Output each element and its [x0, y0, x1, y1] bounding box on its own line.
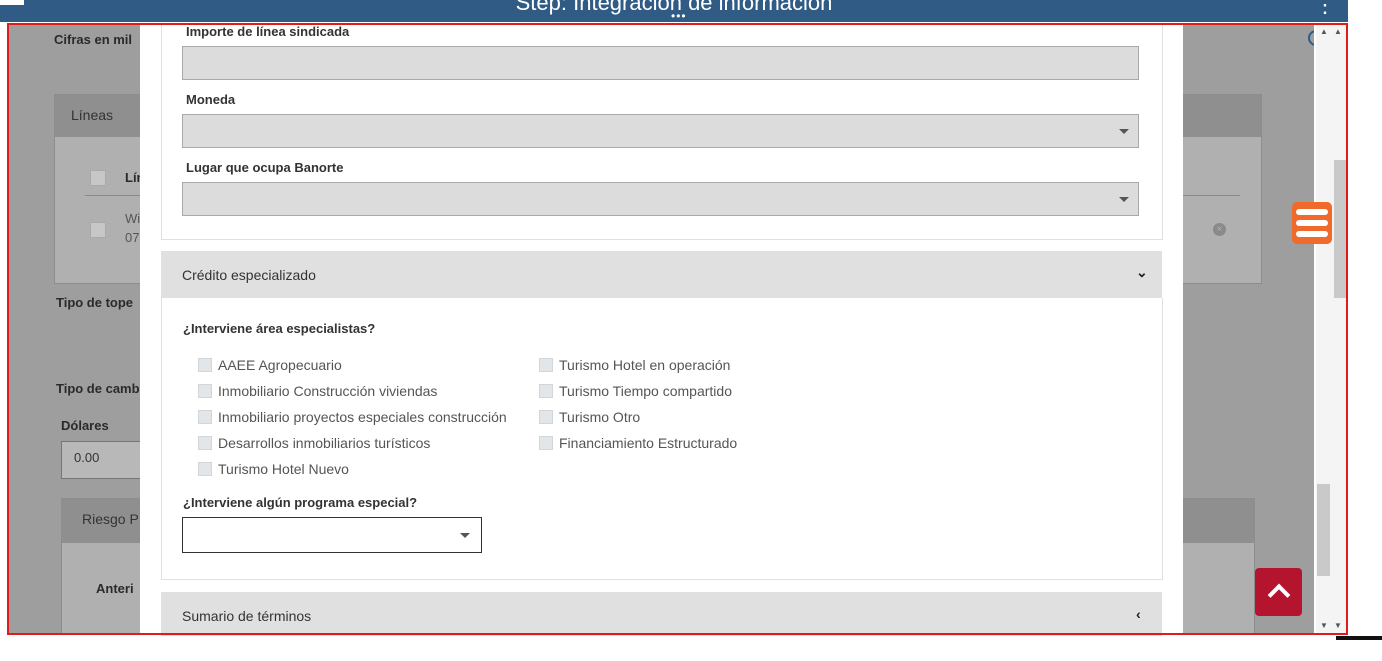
- checkbox-label: Turismo Hotel Nuevo: [218, 461, 349, 477]
- menu-icon: [1296, 220, 1328, 226]
- modal-dialog: Importe de línea sindicada Moneda Lugar …: [140, 24, 1183, 636]
- checkbox-label: AAEE Agropecuario: [218, 357, 342, 373]
- programa-especial-select[interactable]: [182, 517, 482, 553]
- anterior-label: Anteri: [96, 581, 134, 596]
- lineas-select-all-checkbox[interactable]: [90, 170, 106, 186]
- checkbox-box[interactable]: [198, 384, 212, 398]
- riesgo-title: Riesgo P: [82, 511, 139, 527]
- cifras-label: Cifras en mil: [54, 32, 133, 47]
- divider: [1336, 636, 1382, 640]
- remove-icon[interactable]: ×: [1213, 223, 1226, 236]
- checkbox-label: Inmobiliario proyectos especiales constr…: [218, 409, 507, 425]
- moneda-select[interactable]: [182, 114, 1139, 148]
- credito-especializado-header[interactable]: Crédito especializado ⌄: [161, 251, 1162, 298]
- checkbox-label: Desarrollos inmobiliarios turísticos: [218, 435, 431, 451]
- row-text-1: Wi: [125, 211, 141, 226]
- sumario-terminos-header[interactable]: Sumario de términos ‹: [161, 592, 1162, 636]
- lugar-select[interactable]: [182, 182, 1139, 216]
- bottom-strip: [0, 636, 1382, 661]
- checkbox-box[interactable]: [539, 436, 553, 450]
- checkbox-box[interactable]: [539, 384, 553, 398]
- scroll-up-icon[interactable]: ▲: [1320, 27, 1328, 36]
- checkbox-label: Inmobiliario Construcción viviendas: [218, 383, 438, 399]
- scroll-up-icon[interactable]: ▲: [1334, 27, 1342, 36]
- lugar-label: Lugar que ocupa Banorte: [186, 160, 344, 175]
- chevron-down-icon: [1119, 129, 1129, 134]
- app-header: Step: Integración de información ••• ⋮: [0, 0, 1348, 22]
- scroll-to-top-button[interactable]: [1255, 568, 1302, 616]
- importe-input[interactable]: [182, 46, 1139, 80]
- checkbox-label: Turismo Hotel en operación: [559, 357, 731, 373]
- more-vertical-icon[interactable]: ⋮: [1314, 0, 1336, 16]
- interviene-area-label: ¿Interviene área especialistas?: [183, 321, 376, 336]
- floating-menu-button[interactable]: [1292, 202, 1332, 244]
- credito-title: Crédito especializado: [182, 267, 316, 283]
- lineas-row-checkbox[interactable]: [90, 222, 106, 238]
- scrollbar-thumb[interactable]: [1317, 484, 1330, 576]
- scroll-down-icon[interactable]: ▼: [1320, 621, 1328, 630]
- sumario-title: Sumario de términos: [182, 608, 312, 624]
- checkbox-label: Turismo Tiempo compartido: [559, 383, 732, 399]
- checkbox-box[interactable]: [198, 462, 212, 476]
- menu-icon: [1296, 231, 1328, 237]
- menu-icon: [1296, 209, 1328, 215]
- checkbox-label: Financiamiento Estructurado: [559, 435, 738, 451]
- dolares-value: 0.00: [74, 450, 100, 465]
- scrollbar-track[interactable]: ▲ ▲ ▼ ▼: [1316, 25, 1346, 634]
- chevron-down-icon: [1119, 197, 1129, 202]
- scroll-down-icon[interactable]: ▼: [1334, 621, 1342, 630]
- programa-especial-label: ¿Interviene algún programa especial?: [183, 495, 418, 510]
- chevron-down-icon: ⌄: [1136, 264, 1148, 280]
- chevron-left-icon: ‹: [1136, 606, 1141, 622]
- dolares-label: Dólares: [61, 418, 109, 433]
- checkbox-label: Turismo Otro: [559, 409, 641, 425]
- tipo-tope-label: Tipo de tope: [56, 295, 134, 310]
- scrollbar-thumb[interactable]: [1334, 160, 1346, 298]
- info-icon[interactable]: [1308, 30, 1314, 46]
- checkbox-box[interactable]: [539, 410, 553, 424]
- checkbox-box[interactable]: [198, 410, 212, 424]
- chevron-down-icon: [460, 533, 470, 538]
- lineas-title: Líneas: [71, 107, 114, 123]
- moneda-label: Moneda: [186, 92, 236, 107]
- checkbox-box[interactable]: [198, 358, 212, 372]
- checkbox-box[interactable]: [198, 436, 212, 450]
- checkbox-box[interactable]: [539, 358, 553, 372]
- more-horizontal-icon[interactable]: •••: [671, 10, 687, 22]
- tipo-cambio-label: Tipo de camb: [56, 381, 140, 396]
- row-text-2: 07: [125, 230, 140, 245]
- chevron-up-icon: [1267, 583, 1291, 607]
- importe-label: Importe de línea sindicada: [186, 24, 350, 39]
